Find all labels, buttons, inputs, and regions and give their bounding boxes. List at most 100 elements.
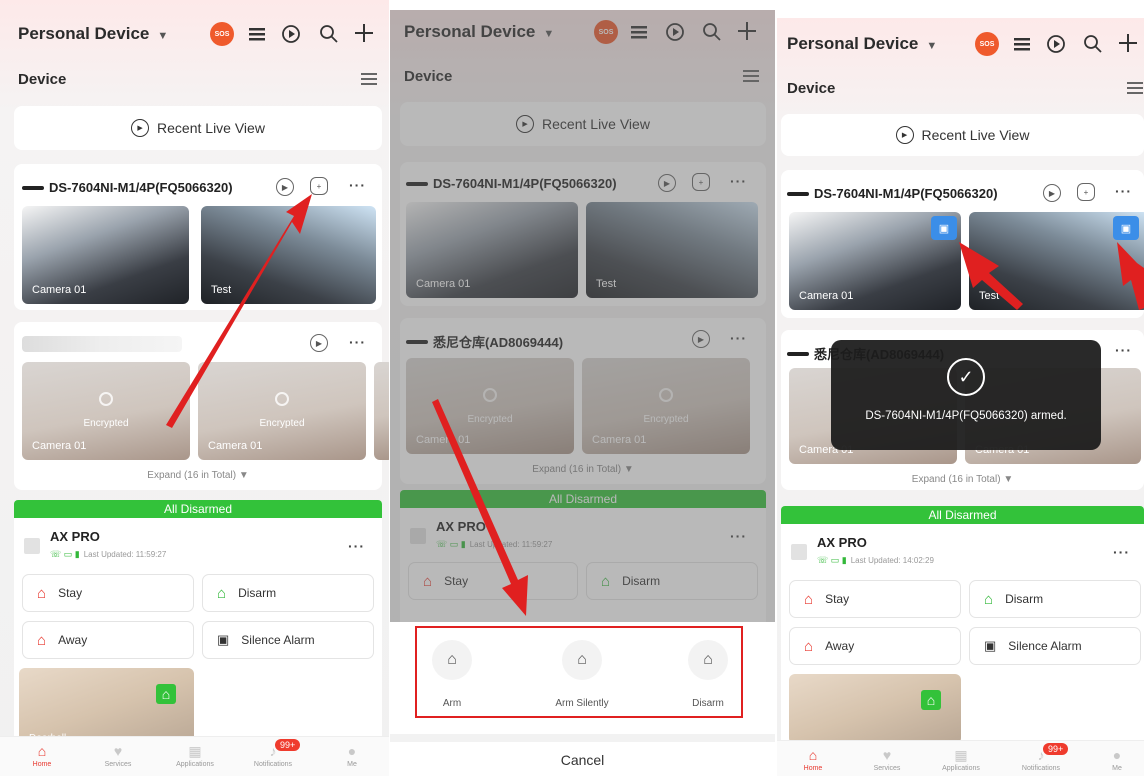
stay-button[interactable]: ⌂ Stay [22,574,194,612]
tab-me[interactable]: ● Me [1087,747,1144,772]
tab-home[interactable]: ⌂ Home [783,747,843,772]
eye-icon [275,392,289,406]
tab-services[interactable]: ♥ Services [88,743,148,768]
more-icon[interactable]: ··· [1115,342,1132,358]
search-icon[interactable] [318,23,340,45]
tab-applications[interactable]: ▦ Applications [931,747,991,772]
camera-thumb[interactable]: ▣ Camera 01 [789,212,961,310]
sos-button[interactable]: SOS [975,32,999,56]
sheet-divider [390,734,775,742]
silence-alarm-button[interactable]: ▣ Silence Alarm [202,621,374,659]
tab-applications[interactable]: ▦ Applications [165,743,225,768]
play-icon[interactable]: ▶ [1043,184,1061,202]
stay-button[interactable]: ⌂ Stay [789,580,961,618]
tab-bar: ⌂ Home ♥ Services ▦ Applications ♪ 99+ Notifi… [0,736,389,776]
encrypted-camera[interactable]: Encrypted Camera 01 [198,362,366,460]
device-name-1[interactable]: DS-7604NI-M1/4P(FQ5066320) [22,180,233,195]
more-icon[interactable]: ··· [1113,544,1130,560]
expand-link[interactable]: Expand (16 in Total) ▼ [781,474,1144,485]
tab-label: Services [873,765,901,772]
more-icon[interactable]: ··· [1115,183,1132,199]
silence-alarm-button[interactable]: ▣ Silence Alarm [969,627,1141,665]
encrypted-label: Encrypted [259,418,305,429]
device-name-1[interactable]: DS-7604NI-M1/4P(FQ5066320) [787,186,998,201]
heart-icon: ♥ [113,743,123,759]
doorbell-thumb[interactable]: ⌂ [789,674,961,744]
tab-notifications[interactable]: ♪ 99+ Notifications [243,739,303,768]
modal-overlay[interactable] [390,10,775,622]
camera-label: Camera 01 [32,440,87,452]
tab-notifications[interactable]: ♪ 99+ Notifications [1011,743,1071,772]
annotation-highlight-box [415,626,743,718]
list-icon[interactable] [246,23,268,45]
play-icon[interactable]: ▶ [276,178,294,196]
away-button[interactable]: ⌂ Away [789,627,961,665]
disarm-home-icon: ⌂ [217,584,227,602]
recent-live-view-label: Recent Live View [157,120,265,136]
more-icon[interactable]: ··· [349,177,366,193]
green-home-icon: ⌂ [156,684,176,704]
add-icon[interactable] [1117,32,1139,54]
more-icon[interactable]: ··· [348,538,365,554]
disarm-button[interactable]: ⌂ Disarm [202,574,374,612]
camera-label: Test [211,284,232,296]
panel-step3: Personal Device ▼ SOS Device ▶ Recent Live… [777,18,1144,776]
status-icons: ☏ ▭ ▮ [817,555,847,565]
device-checkbox[interactable] [791,544,807,560]
silence-icon: ▣ [984,638,997,653]
playback-icon[interactable] [280,23,302,45]
camera-label: Camera 01 [799,290,854,302]
user-icon: ● [1112,747,1122,763]
add-icon[interactable] [353,22,375,44]
encrypted-camera-partial[interactable] [374,362,389,460]
camera-thumb[interactable]: ▣ Test [969,212,1144,310]
playback-icon[interactable] [1045,33,1067,55]
play-icon[interactable]: ▶ [310,334,328,352]
disarm-home-icon: ⌂ [984,590,994,608]
cancel-button[interactable]: Cancel [390,752,775,768]
arm-shield-icon[interactable]: + [1077,183,1095,201]
caret-down-icon: ▼ [926,40,938,52]
tab-label: Me [347,761,357,768]
account-selector[interactable]: Personal Device ▼ [18,24,168,44]
alarm-card: AX PRO ☏ ▭ ▮ Last Updated: 11:59:27 ··· ⌂… [14,518,382,748]
tab-bar: ⌂ Home ♥ Services ▦ Applications ♪ 99+ Notifi… [777,740,1144,776]
section-menu-icon[interactable] [361,73,377,85]
panel-step1: Personal Device ▼ SOS Device ▶ Recent Live… [0,0,389,776]
section-title: Device [787,80,836,97]
disarm-label: Disarm [238,586,277,600]
status-icons: ☏ ▭ ▮ [50,549,80,559]
more-icon[interactable]: ··· [349,334,366,350]
camera-thumb[interactable]: Test [201,206,376,304]
camera-label: Camera 01 [32,284,87,296]
away-button[interactable]: ⌂ Away [22,621,194,659]
stay-label: Stay [825,592,850,606]
recent-live-view-button[interactable]: ▶ Recent Live View [781,114,1144,156]
section-menu-icon[interactable] [1127,82,1143,94]
device-card-2: ▶ ··· Encrypted Camera 01 Encrypted Camera… [14,322,389,490]
eye-icon [99,392,113,406]
expand-link[interactable]: Expand (16 in Total) ▼ [14,470,382,481]
sos-button[interactable]: SOS [210,22,234,46]
list-icon[interactable] [1011,33,1033,55]
disarm-button[interactable]: ⌂ Disarm [969,580,1141,618]
encrypted-camera[interactable]: Encrypted Camera 01 [22,362,190,460]
last-updated: Last Updated: 11:59:27 [83,550,167,559]
camera-thumb[interactable]: Camera 01 [22,206,189,304]
account-title: Personal Device [787,34,919,53]
account-selector[interactable]: Personal Device ▼ [787,34,937,54]
tab-me[interactable]: ● Me [322,743,382,768]
tab-label: Home [32,761,52,768]
tab-home[interactable]: ⌂ Home [12,743,72,768]
search-icon[interactable] [1082,33,1104,55]
tab-services[interactable]: ♥ Services [857,747,917,772]
away-label: Away [58,633,88,647]
recent-live-view-button[interactable]: ▶ Recent Live View [14,106,382,150]
caret-down-icon: ▼ [157,30,169,42]
device-checkbox[interactable] [24,538,40,554]
nvr-icon [22,185,44,190]
arm-shield-icon[interactable]: + [310,177,328,195]
silence-label: Silence Alarm [241,633,315,647]
tab-label: Notifications [253,761,293,768]
tab-label: Notifications [1021,765,1061,772]
